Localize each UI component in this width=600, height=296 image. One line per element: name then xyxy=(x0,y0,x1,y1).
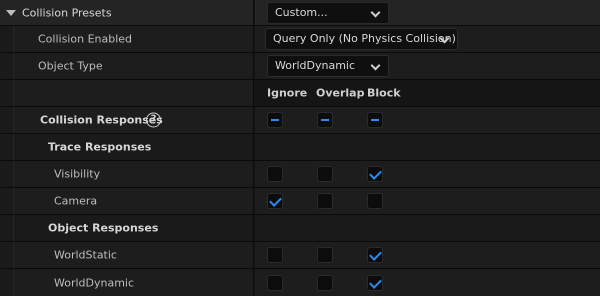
camera-ignore-checkbox[interactable] xyxy=(267,193,283,209)
collapse-arrow-icon[interactable] xyxy=(6,9,16,16)
collision-responses-block-checkbox[interactable] xyxy=(367,112,383,128)
visibility-block-checkbox[interactable] xyxy=(367,166,383,182)
collision-presets-label: Collision Presets xyxy=(22,6,112,19)
visibility-row: Visibility xyxy=(0,161,600,188)
collision-responses-ignore-checkbox[interactable] xyxy=(267,112,283,128)
camera-overlap-checkbox[interactable] xyxy=(317,193,333,209)
visibility-ignore-checkbox[interactable] xyxy=(267,166,283,182)
collision-responses-row: Collision Responses ? xyxy=(0,107,600,134)
object-type-row: Object Type WorldDynamic xyxy=(0,53,600,80)
column-block: Block xyxy=(367,86,401,100)
collision-responses-label: Collision Responses xyxy=(40,113,163,127)
collision-enabled-label: Collision Enabled xyxy=(38,32,133,46)
worldstatic-ignore-checkbox[interactable] xyxy=(267,247,283,263)
trace-responses-label: Trace Responses xyxy=(48,140,152,154)
worldstatic-block-checkbox[interactable] xyxy=(367,247,383,263)
response-column-header-row: Ignore Overlap Block xyxy=(0,80,600,107)
collision-presets-dropdown[interactable]: Custom... xyxy=(267,1,389,24)
collision-panel: Collision Presets Custom... Collision En… xyxy=(0,0,600,296)
column-overlap: Overlap xyxy=(316,86,365,100)
worlddynamic-row: WorldDynamic xyxy=(0,269,600,296)
camera-row: Camera xyxy=(0,188,600,215)
object-type-dropdown[interactable]: WorldDynamic xyxy=(267,55,389,77)
worldstatic-overlap-checkbox[interactable] xyxy=(317,247,333,263)
chevron-down-icon xyxy=(370,7,381,17)
object-type-value: WorldDynamic xyxy=(275,59,356,72)
help-icon[interactable]: ? xyxy=(146,112,161,128)
collision-enabled-value: Query Only (No Physics Collision) xyxy=(273,32,456,45)
column-ignore: Ignore xyxy=(267,86,308,100)
collision-enabled-dropdown[interactable]: Query Only (No Physics Collision) xyxy=(265,28,458,50)
visibility-label: Visibility xyxy=(54,167,101,181)
worlddynamic-ignore-checkbox[interactable] xyxy=(267,274,283,291)
worlddynamic-overlap-checkbox[interactable] xyxy=(317,274,333,291)
camera-label: Camera xyxy=(54,194,98,208)
worlddynamic-label: WorldDynamic xyxy=(54,276,135,289)
trace-responses-section: Trace Responses xyxy=(0,134,600,161)
worldstatic-label: WorldStatic xyxy=(54,248,117,262)
object-responses-section: Object Responses xyxy=(0,215,600,242)
worlddynamic-block-checkbox[interactable] xyxy=(367,274,383,291)
visibility-overlap-checkbox[interactable] xyxy=(317,166,333,182)
object-responses-label: Object Responses xyxy=(48,221,159,235)
worldstatic-row: WorldStatic xyxy=(0,242,600,269)
collision-responses-overlap-checkbox[interactable] xyxy=(317,112,333,128)
camera-block-checkbox[interactable] xyxy=(367,193,383,209)
chevron-down-icon xyxy=(370,60,381,71)
collision-presets-row: Collision Presets Custom... xyxy=(0,0,600,26)
collision-presets-value: Custom... xyxy=(275,5,328,19)
object-type-label: Object Type xyxy=(38,59,103,73)
collision-enabled-row: Collision Enabled Query Only (No Physics… xyxy=(0,26,600,53)
